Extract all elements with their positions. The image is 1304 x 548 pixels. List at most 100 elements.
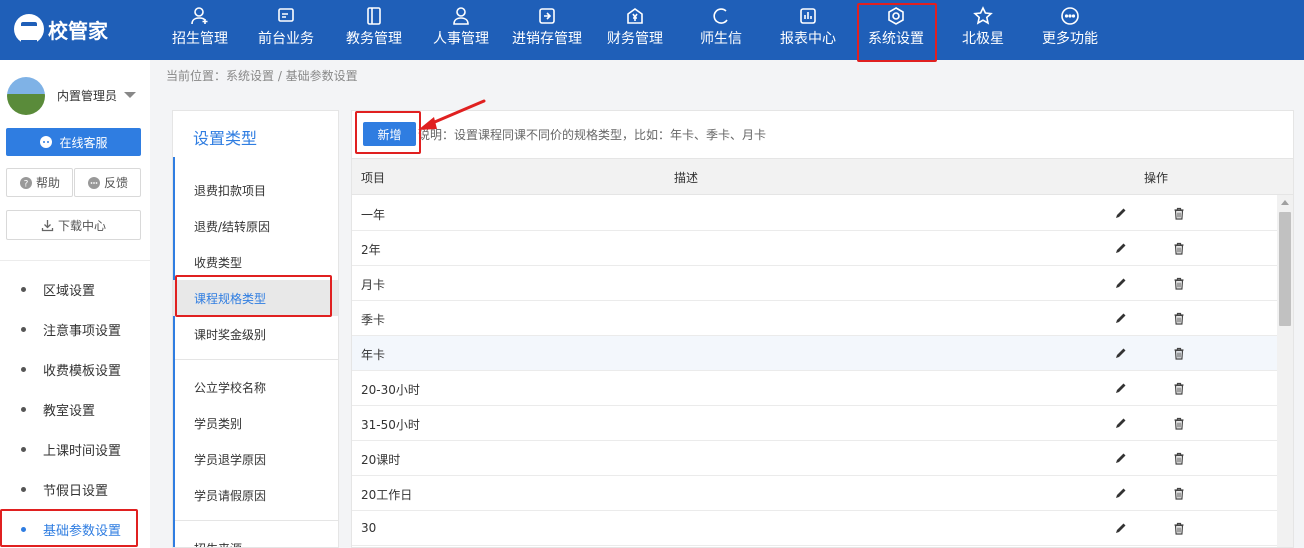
chart-icon <box>800 8 816 24</box>
edit-icon[interactable] <box>1114 276 1128 290</box>
nav-item-system-settings[interactable]: 系统设置 <box>861 0 931 60</box>
delete-icon[interactable] <box>1173 347 1185 360</box>
nav-item-polaris[interactable]: 北极星 <box>950 0 1016 60</box>
nav-item-more[interactable]: 更多功能 <box>1035 0 1105 60</box>
type-item-bonus-level[interactable]: 课时奖金级别 <box>173 316 338 352</box>
top-nav-bar: 校管家 招生管理 前台业务 教务管理 人事管理 进销存管理 财务管理 师生信 报… <box>0 0 1304 60</box>
row-item-name: 30 <box>361 521 377 535</box>
edit-icon[interactable] <box>1114 451 1128 465</box>
feedback-button[interactable]: 反馈 <box>74 168 141 197</box>
column-header-item: 项目 <box>361 171 386 185</box>
edit-icon[interactable] <box>1114 381 1128 395</box>
scroll-up-icon[interactable] <box>1281 200 1289 205</box>
sidebar-item-notices[interactable]: 注意事项设置 <box>0 309 150 349</box>
row-item-name: 31-50小时 <box>361 418 420 432</box>
nav-label: 报表中心 <box>780 31 836 47</box>
sidebar-item-label: 注意事项设置 <box>43 323 122 339</box>
headset-icon <box>40 136 53 148</box>
caret-down-icon[interactable] <box>124 92 136 98</box>
type-item-refund-deduction[interactable]: 退费扣款项目 <box>173 172 338 208</box>
bullet-icon <box>21 286 26 292</box>
nav-item-finance[interactable]: 财务管理 <box>600 0 670 60</box>
table-row: 20-30小时 <box>352 371 1277 406</box>
brand-logo[interactable]: 校管家 <box>14 12 108 46</box>
sidebar-item-label: 教室设置 <box>43 403 96 419</box>
type-item-dropout-reason[interactable]: 学员退学原因 <box>173 441 338 477</box>
nav-item-frontdesk[interactable]: 前台业务 <box>251 0 321 60</box>
avatar[interactable] <box>7 77 45 115</box>
type-item-label: 收费类型 <box>194 255 243 270</box>
table-row: 20课时 <box>352 441 1277 476</box>
sidebar-item-label: 收费模板设置 <box>43 363 122 379</box>
edit-icon[interactable] <box>1114 416 1128 430</box>
feedback-icon <box>87 176 100 189</box>
sidebar-item-class-time[interactable]: 上课时间设置 <box>0 429 150 469</box>
online-service-label: 在线客服 <box>59 135 108 150</box>
nav-label: 进销存管理 <box>512 31 582 47</box>
help-label: 帮助 <box>35 176 60 190</box>
delete-icon[interactable] <box>1173 417 1185 430</box>
delete-icon[interactable] <box>1173 242 1185 255</box>
nav-label: 师生信 <box>700 31 742 47</box>
sidebar-item-fee-template[interactable]: 收费模板设置 <box>0 349 150 389</box>
main-panel: 新增 说明：设置课程同课不同价的规格类型，比如：年卡、季卡、月卡 项目 描述 操… <box>351 110 1294 548</box>
edit-icon[interactable] <box>1114 346 1128 360</box>
scroll-thumb[interactable] <box>1279 212 1291 326</box>
type-item-leave-reason[interactable]: 学员请假原因 <box>173 477 338 513</box>
sidebar-item-region[interactable]: 区域设置 <box>0 269 150 309</box>
download-center-button[interactable]: 下载中心 <box>6 210 141 240</box>
annotation-highlight-sidebar <box>0 509 138 547</box>
edit-icon[interactable] <box>1114 206 1128 220</box>
type-item-label: 学员请假原因 <box>194 488 267 503</box>
settings-type-panel: 设置类型 退费扣款项目 退费/结转原因 收费类型 课程规格类型 课时奖金级别 公… <box>172 110 339 548</box>
edit-icon[interactable] <box>1114 311 1128 325</box>
type-item-student-category[interactable]: 学员类别 <box>173 405 338 441</box>
annotation-highlight-type <box>175 275 332 317</box>
nav-item-hr[interactable]: 人事管理 <box>426 0 496 60</box>
nav-item-academic[interactable]: 教务管理 <box>339 0 409 60</box>
sidebar-item-label: 上课时间设置 <box>43 443 122 459</box>
chat-icon <box>713 8 728 24</box>
table-header: 项目 描述 操作 <box>352 158 1293 195</box>
delete-icon[interactable] <box>1173 522 1185 535</box>
delete-icon[interactable] <box>1173 312 1185 325</box>
nav-item-inventory[interactable]: 进销存管理 <box>507 0 587 60</box>
breadcrumb: 当前位置：系统设置 / 基础参数设置 <box>166 69 358 83</box>
annotation-arrow <box>418 99 486 130</box>
type-item-enroll-source[interactable]: 招生来源 <box>173 530 338 548</box>
inventory-icon <box>539 8 555 24</box>
table-row: 20工作日 <box>352 476 1277 511</box>
help-button[interactable]: ? 帮助 <box>6 168 73 197</box>
gear-icon <box>888 7 904 25</box>
nav-item-recruit[interactable]: 招生管理 <box>163 0 237 60</box>
edit-icon[interactable] <box>1114 521 1128 535</box>
delete-icon[interactable] <box>1173 487 1185 500</box>
row-item-name: 20-30小时 <box>361 383 420 397</box>
edit-icon[interactable] <box>1114 241 1128 255</box>
nav-label: 人事管理 <box>433 31 489 47</box>
sidebar-item-classroom[interactable]: 教室设置 <box>0 389 150 429</box>
type-divider <box>175 520 338 521</box>
nav-item-messaging[interactable]: 师生信 <box>688 0 754 60</box>
delete-icon[interactable] <box>1173 277 1185 290</box>
edit-icon[interactable] <box>1114 486 1128 500</box>
type-item-label: 学员退学原因 <box>194 452 267 467</box>
row-item-name: 一年 <box>361 208 386 222</box>
user-name[interactable]: 内置管理员 <box>57 87 117 104</box>
sidebar-item-holidays[interactable]: 节假日设置 <box>0 469 150 509</box>
scrollbar[interactable] <box>1277 195 1293 547</box>
sidebar-item-label: 区域设置 <box>43 283 96 299</box>
type-item-label: 招生来源 <box>194 540 242 548</box>
nav-item-reports[interactable]: 报表中心 <box>773 0 843 60</box>
column-header-desc: 描述 <box>674 171 699 185</box>
row-item-name: 月卡 <box>361 278 386 292</box>
delete-icon[interactable] <box>1173 382 1185 395</box>
bullet-icon <box>21 486 26 492</box>
download-center-label: 下载中心 <box>57 218 106 233</box>
sidebar-item-label: 节假日设置 <box>43 483 109 499</box>
type-item-public-school[interactable]: 公立学校名称 <box>173 369 338 405</box>
type-item-refund-reason[interactable]: 退费/结转原因 <box>173 208 338 244</box>
delete-icon[interactable] <box>1173 452 1185 465</box>
online-service-button[interactable]: 在线客服 <box>6 128 141 156</box>
delete-icon[interactable] <box>1173 207 1185 220</box>
